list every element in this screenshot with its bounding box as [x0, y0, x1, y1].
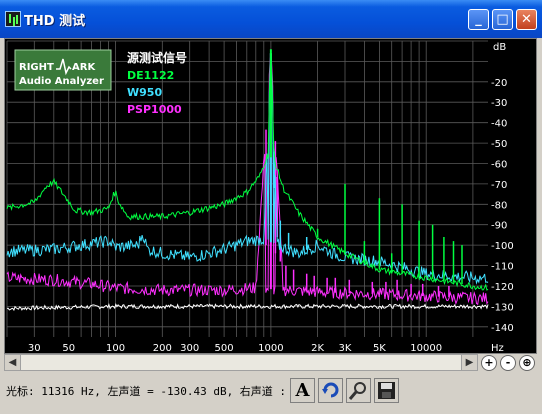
x-tick-label: 200 [153, 343, 172, 354]
y-tick-label: -20 [491, 78, 507, 89]
title-bar: THD 测试 _ □ ✕ [0, 0, 542, 38]
y-unit-label: dB [493, 42, 506, 53]
refresh-button[interactable] [318, 378, 343, 403]
search-button[interactable] [346, 378, 371, 403]
y-tick-label: -30 [491, 98, 507, 109]
y-tick-label: -100 [491, 241, 514, 252]
maximize-icon: □ [496, 12, 509, 27]
y-tick-label: -40 [491, 119, 507, 130]
y-tick-label: -80 [491, 200, 507, 211]
zoom-out-icon: - [505, 356, 511, 369]
logo-text-left: RIGHT [19, 62, 54, 73]
app-icon [5, 11, 21, 27]
y-tick-label: -130 [491, 302, 514, 313]
x-tick-label: 50 [62, 343, 75, 354]
y-tick-label: -120 [491, 282, 514, 293]
zoom-in-icon: + [484, 356, 494, 369]
font-icon: A [295, 380, 310, 401]
zoom-fit-button[interactable]: ⊕ [519, 355, 535, 371]
minimize-icon: _ [475, 12, 482, 27]
scroll-left-icon[interactable]: ◀ [5, 355, 21, 370]
legend-item-w950: W950 [127, 86, 162, 99]
x-tick-label: 500 [215, 343, 234, 354]
horizontal-scrollbar[interactable]: ◀ ▶ [4, 354, 478, 371]
rightmark-logo: RIGHT ARK Audio Analyzer [14, 49, 112, 91]
x-tick-label: 300 [180, 343, 199, 354]
y-tick-label: -70 [491, 180, 507, 191]
x-tick-label: 2K [311, 343, 324, 354]
legend-item-de1122: DE1122 [127, 69, 174, 82]
legend-item-psp1000: PSP1000 [127, 103, 182, 116]
zoom-in-button[interactable]: + [481, 355, 497, 371]
minimize-button[interactable]: _ [468, 9, 489, 30]
close-icon: ✕ [521, 12, 532, 27]
close-button[interactable]: ✕ [516, 9, 537, 30]
y-tick-label: -60 [491, 160, 507, 171]
x-unit-label: Hz [491, 343, 504, 354]
save-button[interactable] [374, 378, 399, 403]
series-line-w950 [6, 63, 489, 285]
y-tick-label: -110 [491, 262, 514, 273]
x-tick-label: 1000 [258, 343, 283, 354]
font-button[interactable]: A [290, 378, 315, 403]
status-bar: 光标: 11316 Hz, 左声道 = -130.43 dB, 右声道 : [0, 375, 542, 414]
x-tick-label: 30 [28, 343, 41, 354]
legend-heading: 源测试信号 [127, 50, 187, 65]
series-line-de1122 [6, 63, 489, 291]
zoom-fit-icon: ⊕ [522, 356, 532, 369]
x-tick-label: 10000 [410, 343, 442, 354]
save-icon [378, 382, 395, 399]
y-tick-label: -140 [491, 323, 514, 334]
x-tick-label: 3K [339, 343, 352, 354]
logo-text-right: ARK [72, 62, 96, 73]
refresh-icon [322, 382, 339, 398]
scroll-right-icon[interactable]: ▶ [461, 355, 477, 370]
logo-subtitle: Audio Analyzer [19, 76, 104, 87]
y-tick-label: -50 [491, 139, 507, 150]
spectrum-chart[interactable]: -20 -30 -40 -50 -60 -70 -80 -90 -100 -110 -120 -130… [5, 39, 538, 355]
cursor-readout: 光标: 11316 Hz, 左声道 = -130.43 dB, 右声道 : [6, 385, 287, 398]
search-icon [348, 382, 366, 400]
x-tick-label: 5K [373, 343, 386, 354]
y-tick-label: -90 [491, 221, 507, 232]
legend: 源测试信号 DE1122 W950 PSP1000 [127, 50, 187, 116]
zoom-out-button[interactable]: - [500, 355, 516, 371]
maximize-button[interactable]: □ [492, 9, 513, 30]
window-title: THD 测试 [24, 14, 86, 29]
series-line-reference [6, 303, 489, 312]
y-axis-labels: -20 -30 -40 -50 -60 -70 -80 -90 -100 -110 -120 -130… [491, 78, 514, 334]
spectrum-plot[interactable]: -20 -30 -40 -50 -60 -70 -80 -90 -100 -110 -120 -130… [4, 38, 537, 354]
x-tick-label: 100 [106, 343, 125, 354]
x-axis-labels: 30 50 100 200 300 500 1000 2K 3K 5K 10000 [28, 343, 442, 354]
